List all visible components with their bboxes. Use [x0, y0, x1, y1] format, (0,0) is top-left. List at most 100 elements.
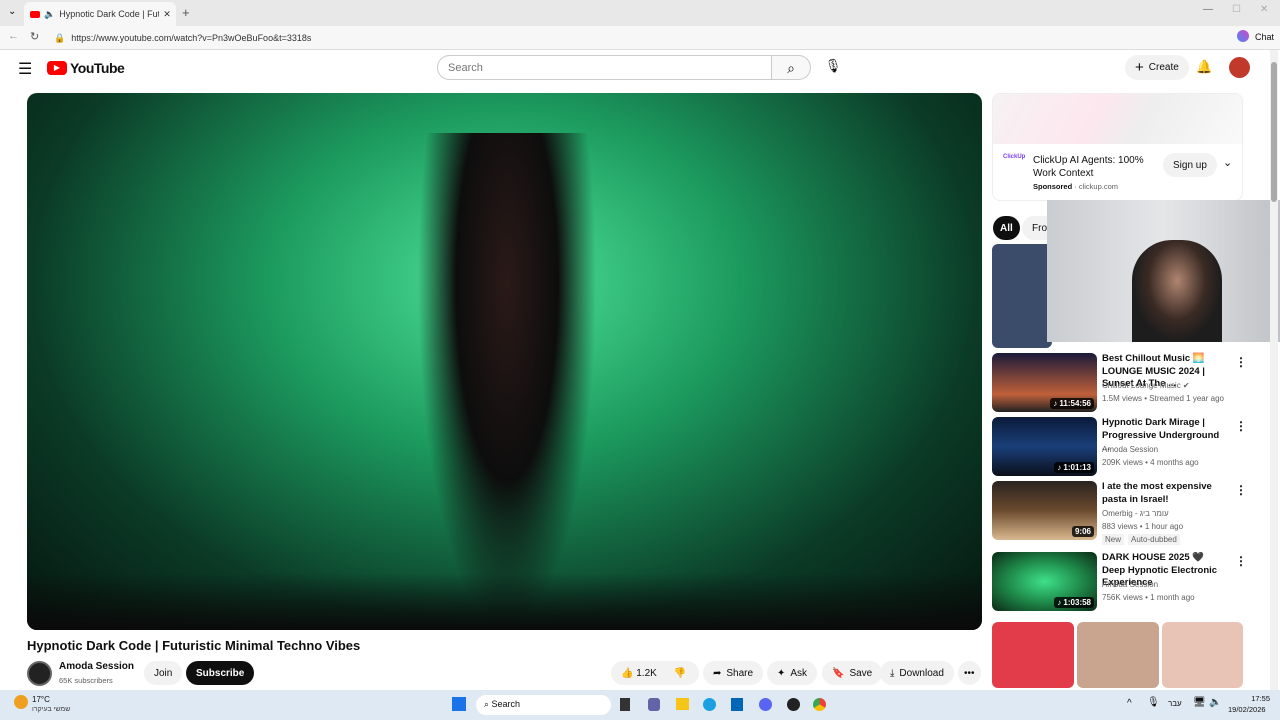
recommended-video[interactable]: 9:06 I ate the most expensive pasta in Is… [992, 481, 1252, 547]
address-bar[interactable]: 🔒 https://www.youtube.com/watch?v=Pn3wOeB… [48, 29, 1088, 47]
browser-tab[interactable]: 🔈 Hypnotic Dark Code | Futuristi ✕ [24, 2, 176, 26]
copilot-icon[interactable] [1237, 30, 1249, 42]
youtube-logo[interactable]: ▶ YouTube [47, 60, 125, 76]
video-meta: 209K views • 4 months ago [1102, 458, 1199, 467]
recommended-video[interactable]: ♪ 1:01:13 Hypnotic Dark Mirage | Progress… [992, 417, 1252, 477]
shorts-thumbnail[interactable] [1077, 622, 1159, 688]
notifications-icon[interactable]: 🔔 [1196, 59, 1212, 75]
reload-icon[interactable]: ↻ [30, 30, 39, 43]
edge-icon[interactable] [703, 698, 716, 711]
lock-icon: 🔒 [54, 32, 66, 43]
back-icon[interactable]: ← [8, 30, 19, 42]
menu-icon[interactable]: ☰ [18, 59, 32, 79]
maximize-icon[interactable]: ☐ [1232, 4, 1241, 15]
sign-up-label: Sign up [1173, 159, 1207, 171]
chevron-up-icon[interactable]: ^ [1127, 698, 1132, 709]
microphone-tray-icon[interactable]: 🎙 [1147, 697, 1160, 708]
youtube-play-icon: ▶ [47, 61, 67, 75]
save-button[interactable]: 🔖 Save [822, 661, 883, 685]
subscribe-button[interactable]: Subscribe [186, 661, 255, 685]
minimize-icon[interactable]: — [1203, 4, 1213, 15]
tab-list-icon[interactable]: ⌄ [8, 6, 16, 17]
channel-avatar[interactable] [27, 661, 52, 686]
auto-dubbed-badge: Auto-dubbed [1128, 534, 1180, 545]
chevron-down-icon[interactable]: ⌄ [1223, 156, 1232, 169]
close-window-icon[interactable]: ✕ [1260, 4, 1268, 15]
close-tab-icon[interactable]: ✕ [163, 9, 171, 20]
video-player[interactable] [27, 93, 982, 630]
more-options-icon[interactable]: ⋮ [1235, 355, 1247, 369]
taskbar: 17°C שמשי בעיקרו ⌕ Search ^ 🎙 עבר 🖥 🔈 17… [0, 690, 1280, 720]
search-button[interactable]: ⌕ [771, 55, 811, 80]
chrome-icon[interactable] [813, 698, 826, 711]
more-options-icon[interactable]: ⋮ [1235, 483, 1247, 497]
like-button[interactable]: 👍 1.2K [621, 668, 657, 679]
new-tab-icon[interactable]: + [182, 5, 190, 20]
duration-badge: 9:06 [1071, 526, 1094, 537]
taskbar-search-label: Search [491, 699, 521, 709]
video-thumbnail: 9:06 [992, 481, 1097, 540]
share-label: Share [726, 667, 754, 679]
teams-icon[interactable] [648, 698, 660, 711]
file-explorer-icon[interactable] [676, 698, 689, 710]
thumbs-down-icon: 👎 [673, 667, 687, 679]
weather-temp[interactable]: 17°C [32, 695, 50, 704]
clock-time[interactable]: 17:55 [1243, 694, 1270, 703]
channel-name: Amoda Session [1102, 445, 1159, 454]
thumbs-up-icon: 👍 [621, 667, 634, 679]
recommended-video[interactable]: ♪ 1:03:58 DARK HOUSE 2025 🖤 Deep Hypnotic… [992, 552, 1252, 612]
video-thumbnail[interactable] [992, 244, 1052, 348]
ask-button[interactable]: ✦ Ask [767, 661, 818, 685]
volume-icon[interactable]: 🔈 [1209, 697, 1221, 708]
like-dislike-group: 👍 1.2K 👎 [611, 661, 699, 685]
scrollbar-thumb[interactable] [1271, 62, 1277, 202]
discord-icon[interactable] [759, 698, 772, 711]
weather-description: שמשי בעיקרו [32, 706, 71, 713]
ad-image [993, 94, 1242, 144]
dislike-button[interactable]: 👎 [674, 668, 686, 679]
video-thumbnail: ♪ 1:03:58 [992, 552, 1097, 611]
create-button[interactable]: + Create [1125, 55, 1189, 80]
like-count: 1.2K [636, 667, 657, 679]
ad-title: ClickUp AI Agents: 100% Work Context [1033, 155, 1144, 179]
share-button[interactable]: ➦ Share [703, 661, 764, 685]
windows-start-icon[interactable] [452, 697, 466, 711]
join-label: Join [154, 667, 173, 679]
search-input[interactable]: Search [437, 55, 772, 80]
video-title: I ate the most expensive pasta in Israel… [1102, 481, 1212, 505]
app-icon[interactable] [787, 698, 800, 711]
chip-label: All [1000, 222, 1013, 234]
channel-name[interactable]: Amoda Session [59, 661, 134, 672]
chip-all[interactable]: All [993, 216, 1020, 240]
language-indicator[interactable]: עבר [1168, 699, 1182, 708]
webcam-person [1132, 240, 1222, 342]
scrollbar[interactable] [1270, 50, 1278, 690]
tab-title: Hypnotic Dark Code | Futuristi [59, 9, 159, 19]
search-icon: ⌕ [787, 60, 795, 76]
recommended-video[interactable]: ♪ 11:54:56 Best Chillout Music 🌅 LOUNGE M… [992, 353, 1252, 413]
channel-name: Omerbig - עומר ביג [1102, 509, 1169, 518]
join-button[interactable]: Join [144, 661, 183, 685]
bookmark-icon: 🔖 [832, 667, 845, 679]
video-frame-decks [27, 573, 982, 630]
chat-button[interactable]: Chat [1255, 32, 1274, 42]
shorts-thumbnail[interactable] [992, 622, 1074, 688]
weather-icon[interactable] [14, 695, 28, 709]
avatar[interactable] [1229, 57, 1250, 78]
clock-date[interactable]: 19/02/2026 [1228, 705, 1266, 714]
shorts-thumbnail[interactable] [1162, 622, 1243, 688]
task-view-icon[interactable] [620, 698, 630, 711]
store-icon[interactable] [731, 698, 743, 711]
more-options-icon[interactable]: ⋮ [1235, 554, 1247, 568]
ad-card[interactable]: ClickUp ClickUp AI Agents: 100% Work Con… [992, 93, 1243, 201]
microphone-icon[interactable]: 🎙 [820, 58, 846, 78]
taskbar-search[interactable]: ⌕ Search [476, 695, 611, 715]
audio-icon[interactable]: 🔈 [44, 9, 55, 20]
download-button[interactable]: ⤓ Download [880, 661, 954, 685]
ad-domain: clickup.com [1078, 182, 1119, 191]
tab-bar: ⌄ 🔈 Hypnotic Dark Code | Futuristi ✕ + —… [0, 0, 1280, 26]
more-options-icon[interactable]: ⋮ [1235, 419, 1247, 433]
network-icon[interactable]: 🖥 [1193, 697, 1206, 708]
more-actions-button[interactable]: ••• [958, 661, 981, 685]
sign-up-button[interactable]: Sign up [1163, 153, 1217, 177]
